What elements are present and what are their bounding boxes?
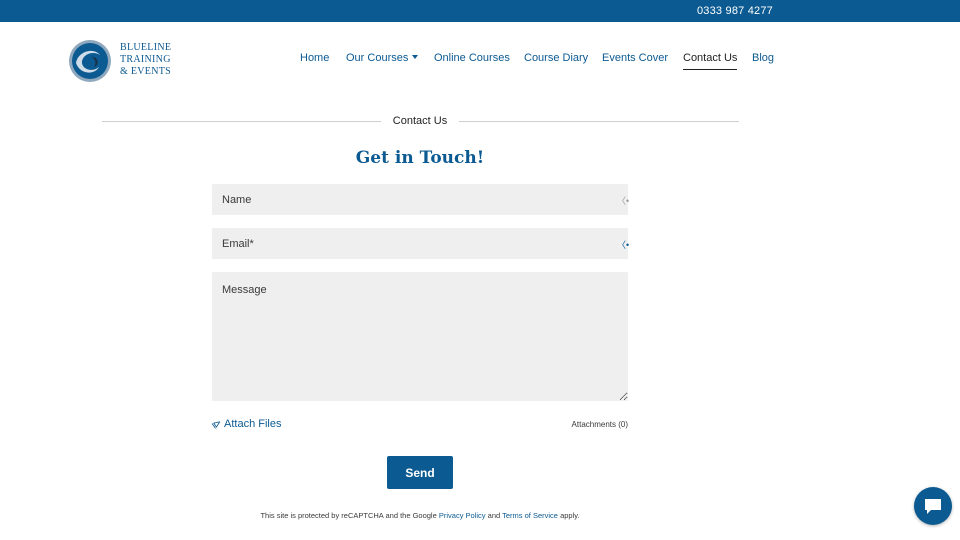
brand-line-1: BLUELINE xyxy=(120,42,172,53)
page-heading: Get in Touch! xyxy=(355,148,485,168)
nav-events-cover[interactable]: Events Cover xyxy=(602,52,668,64)
name-field[interactable] xyxy=(212,184,628,215)
attach-files-link[interactable]: ⧐Attach Files xyxy=(209,417,282,432)
divider-right xyxy=(459,121,739,122)
divider-left xyxy=(102,121,381,122)
email-field[interactable] xyxy=(212,228,628,259)
nav-course-diary[interactable]: Course Diary xyxy=(524,52,588,64)
attachments-count: Attachments (0) xyxy=(571,420,628,429)
nav-our-courses[interactable]: Our Courses xyxy=(346,52,419,64)
top-bar: 0333 987 4277 xyxy=(0,0,960,22)
message-field[interactable] xyxy=(212,272,628,401)
phone-link[interactable]: 0333 987 4277 xyxy=(697,5,773,17)
nav-home[interactable]: Home xyxy=(300,52,329,64)
send-button[interactable]: Send xyxy=(387,456,453,489)
swirl-logo-icon xyxy=(69,40,111,82)
recaptcha-notice: This site is protected by reCAPTCHA and … xyxy=(0,511,840,520)
nav-online-courses[interactable]: Online Courses xyxy=(434,52,510,64)
autofill-icon: 〈• xyxy=(617,196,630,206)
site-logo[interactable]: BLUELINE TRAINING & EVENTS xyxy=(68,39,178,83)
caret-down-icon xyxy=(412,55,419,59)
paperclip-icon: ⧐ xyxy=(209,417,225,432)
nav-our-courses-label: Our Courses xyxy=(346,52,409,64)
autofill-icon: 〈• xyxy=(617,240,630,250)
brand-name: BLUELINE TRAINING & EVENTS xyxy=(120,42,171,78)
legal-prefix: This site is protected by reCAPTCHA and … xyxy=(260,511,437,520)
attach-files-label: Attach Files xyxy=(224,418,282,430)
section-title: Contact Us xyxy=(392,115,448,127)
nav-blog[interactable]: Blog xyxy=(752,52,774,64)
brand-line-2: TRAINING xyxy=(120,54,171,65)
chat-button[interactable] xyxy=(914,487,952,525)
legal-and: and xyxy=(487,511,501,520)
brand-line-3: & EVENTS xyxy=(120,66,172,77)
chat-bubble-icon xyxy=(925,499,941,514)
legal-suffix: apply. xyxy=(560,511,580,520)
nav-contact-us[interactable]: Contact Us xyxy=(683,52,738,70)
terms-of-service-link[interactable]: Terms of Service xyxy=(502,511,558,520)
privacy-policy-link[interactable]: Privacy Policy xyxy=(439,511,486,520)
